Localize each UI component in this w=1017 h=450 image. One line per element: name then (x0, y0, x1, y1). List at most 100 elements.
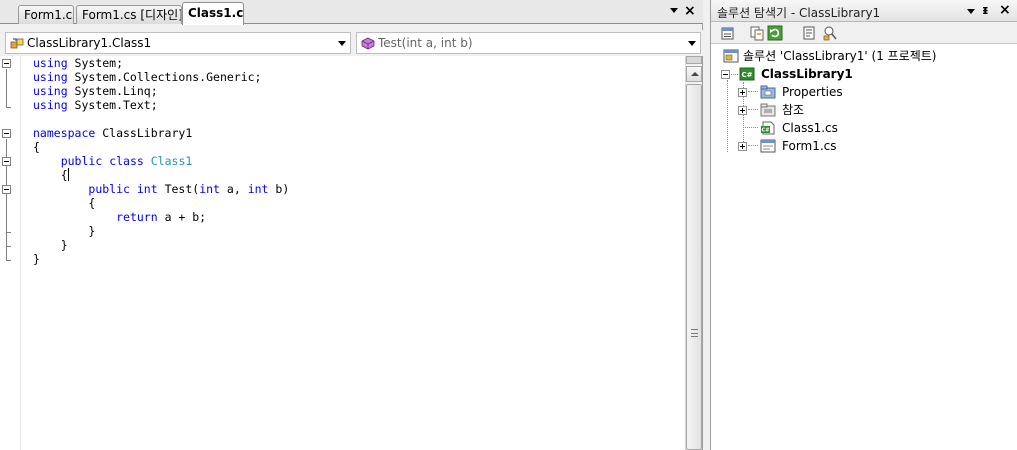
outline-guide-end (6, 260, 11, 261)
code-line[interactable]: return a + b; (33, 210, 289, 224)
code-keyword: public (88, 182, 130, 196)
properties-folder-icon (760, 85, 776, 99)
code-token: System.Linq; (67, 84, 158, 98)
pin-icon[interactable]: ᵻ (982, 3, 989, 17)
code-line[interactable]: } (33, 252, 289, 266)
split-editor-handle[interactable] (686, 56, 702, 64)
scroll-up-button[interactable] (686, 66, 702, 82)
type-dropdown[interactable]: ClassLibrary1.Class1 (5, 32, 351, 54)
code-line[interactable]: } (33, 238, 289, 252)
grip-icon (691, 329, 698, 337)
solution-explorer-toolbar (711, 22, 1017, 44)
tree-node-class1-cs[interactable]: C# Class1.cs (760, 119, 1000, 137)
expand-form1-toggle[interactable] (738, 142, 747, 151)
editor-vertical-scrollbar[interactable] (685, 56, 702, 450)
code-keyword: int (199, 182, 220, 196)
show-all-files-icon[interactable] (749, 25, 765, 41)
tree-node-references[interactable]: 참조 (760, 101, 1000, 119)
collapse-class-toggle[interactable] (2, 157, 11, 166)
code-editor[interactable]: using System; using System.Collections.Ge… (0, 56, 685, 450)
refresh-icon[interactable] (767, 25, 783, 41)
code-line[interactable]: { (33, 168, 289, 182)
code-token: a, (219, 182, 248, 196)
code-token: Test( (157, 182, 200, 196)
code-line[interactable]: using System.Text; (33, 98, 289, 112)
code-line[interactable]: using System.Collections.Generic; (33, 70, 289, 84)
type-dropdown-value: ClassLibrary1.Class1 (27, 36, 152, 50)
tab-list-dropdown-icon[interactable] (670, 8, 678, 13)
references-label: 참조 (782, 103, 805, 117)
expand-properties-toggle[interactable] (738, 88, 747, 97)
chevron-down-icon[interactable] (338, 41, 346, 46)
solution-explorer: 솔루션 탐색기 - ClassLibrary1 ᵻ × 솔루션 'ClassLi… (710, 0, 1017, 450)
document-tabstrip: Form1.cs Form1.cs [디자인] Class1.cs × (0, 0, 703, 25)
code-token: System.Text; (67, 98, 158, 112)
code-line[interactable]: namespace ClassLibrary1 (33, 126, 289, 140)
code-keyword: int (136, 182, 158, 196)
form-file-icon (760, 139, 776, 153)
solution-tree: 솔루션 'ClassLibrary1' (1 프로젝트) C# ClassLib… (711, 44, 1017, 450)
scroll-thumb[interactable] (686, 84, 702, 450)
code-token: ClassLibrary1 (95, 126, 193, 140)
tree-connector (727, 80, 728, 152)
tree-node-solution[interactable]: 솔루션 'ClassLibrary1' (1 프로젝트) (723, 47, 1013, 65)
properties-icon[interactable] (720, 25, 736, 41)
code-line[interactable]: using System.Linq; (33, 84, 289, 98)
member-dropdown-value: Test(int a, int b) (378, 36, 473, 50)
outline-guide-end (6, 107, 11, 108)
code-line[interactable]: public class Class1 (33, 154, 289, 168)
member-dropdown[interactable]: Test(int a, int b) (356, 32, 701, 54)
code-token: a + b; (157, 210, 207, 224)
code-line[interactable]: public int Test(int a, int b) (33, 182, 289, 196)
solution-explorer-titlebar: 솔루션 탐색기 - ClassLibrary1 ᵻ × (711, 0, 1017, 22)
form1-cs-label: Form1.cs (782, 139, 837, 153)
ide-window: Form1.cs Form1.cs [디자인] Class1.cs × Clas… (0, 0, 1017, 450)
code-text[interactable]: using System; using System.Collections.Ge… (33, 56, 289, 266)
code-token: { (33, 168, 68, 182)
code-keyword: class (109, 154, 144, 168)
chevron-down-icon[interactable] (688, 41, 696, 46)
tab-form1-cs[interactable]: Form1.cs (18, 5, 74, 24)
text-caret (67, 168, 69, 181)
code-token: } (33, 224, 96, 238)
navigation-bar: ClassLibrary1.Class1 Test(int a, int b) (0, 30, 703, 56)
tree-node-properties[interactable]: Properties (760, 83, 1000, 101)
close-panel-button[interactable]: × (999, 3, 1011, 17)
collapse-usings-toggle[interactable] (2, 59, 11, 68)
collapse-project-toggle[interactable] (721, 70, 730, 79)
code-line[interactable]: } (33, 224, 289, 238)
code-line[interactable]: using System; (33, 56, 289, 70)
tab-form1-designer[interactable]: Form1.cs [디자인] (76, 5, 182, 24)
collapse-namespace-toggle[interactable] (2, 129, 11, 138)
csharp-file-icon: C# (761, 121, 775, 135)
code-line[interactable]: { (33, 196, 289, 210)
code-keyword: using (33, 84, 68, 98)
code-token: } (33, 238, 68, 252)
tree-node-project[interactable]: C# ClassLibrary1 (739, 65, 1009, 83)
code-line[interactable]: { (33, 140, 289, 154)
tab-class1-cs[interactable]: Class1.cs (182, 2, 244, 25)
editor-pane: Form1.cs Form1.cs [디자인] Class1.cs × Clas… (0, 0, 703, 450)
view-code-icon[interactable] (801, 25, 817, 41)
code-line[interactable] (33, 112, 289, 126)
close-document-button[interactable]: × (684, 3, 696, 19)
properties-label: Properties (782, 85, 843, 99)
expand-references-toggle[interactable] (738, 106, 747, 115)
code-token: System.Collections.Generic; (67, 70, 262, 84)
tree-connector (743, 127, 758, 128)
outlining-gutter (0, 56, 21, 450)
view-class-diagram-icon[interactable] (822, 25, 838, 41)
collapse-method-toggle[interactable] (2, 185, 11, 194)
code-keyword: return (116, 210, 158, 224)
tree-node-form1-cs[interactable]: Form1.cs (760, 137, 1000, 155)
window-position-dropdown-icon[interactable] (967, 9, 975, 14)
code-token: { (33, 140, 40, 154)
outline-guide-end (6, 232, 11, 233)
svg-text:C#: C# (741, 71, 752, 79)
class1-cs-label: Class1.cs (782, 121, 838, 135)
